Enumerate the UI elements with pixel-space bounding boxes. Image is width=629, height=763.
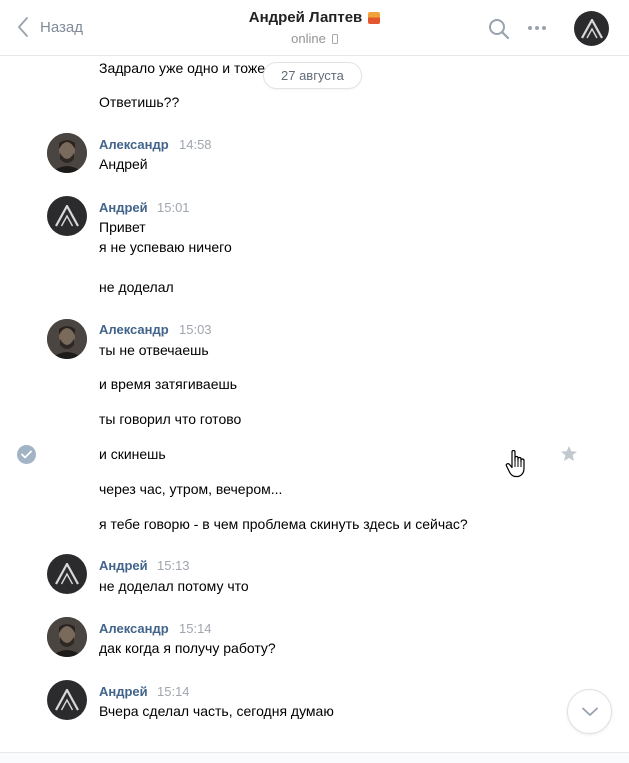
person-photo-icon [47, 133, 87, 173]
message-text: не доделал [99, 279, 174, 295]
checkmark-icon [21, 450, 32, 459]
message-time[interactable]: 15:03 [179, 322, 212, 337]
message-text: не доделал потому что [99, 578, 249, 594]
message-author[interactable]: Александр [99, 621, 169, 636]
message-text: ты не отвечаешь [99, 342, 209, 358]
more-dot-icon [535, 26, 539, 30]
a-logo-icon [55, 563, 79, 585]
more-dot-icon [542, 26, 546, 30]
scroll-to-bottom-button[interactable] [567, 689, 612, 734]
chat-header: Назад Андрей Лаптев online [0, 0, 629, 56]
message-author[interactable]: Александр [99, 322, 169, 337]
mark-important-button[interactable] [560, 445, 578, 467]
avatar-andrey[interactable] [47, 196, 87, 236]
hand-pointer-cursor-icon [505, 449, 527, 483]
message-text: через час, утром, вечером... [99, 481, 283, 497]
avatar-andrey[interactable] [47, 680, 87, 720]
message-time[interactable]: 15:01 [157, 200, 190, 215]
message-text: дак когда я получу работу? [99, 640, 276, 656]
composer-area[interactable] [0, 752, 629, 763]
online-status: online [291, 31, 338, 46]
message-time[interactable]: 15:14 [157, 684, 190, 699]
message-author[interactable]: Андрей [99, 200, 148, 215]
more-options-button[interactable] [528, 18, 546, 30]
person-photo-icon [47, 617, 87, 657]
message-time[interactable]: 15:14 [179, 621, 212, 636]
contact-name: Андрей Лаптев [248, 9, 363, 26]
date-divider: 27 августа [263, 62, 362, 89]
person-photo-icon [47, 319, 87, 359]
message-text: и время затягиваешь [99, 376, 238, 392]
a-logo-icon [580, 18, 603, 39]
message-text: Вчера сделал часть, сегодня думаю [99, 703, 334, 719]
star-icon [561, 446, 577, 461]
message-author[interactable]: Александр [99, 137, 169, 152]
message-text: Привет [99, 219, 146, 235]
search-icon [489, 19, 510, 40]
message-text: Задрало уже одно и тоже [99, 60, 265, 76]
online-status-text: online [291, 31, 326, 46]
mobile-phone-icon [331, 33, 338, 44]
avatar-andrey[interactable] [47, 554, 87, 594]
search-button[interactable] [488, 18, 510, 45]
chat-title[interactable]: Андрей Лаптев [249, 9, 381, 26]
message-text: я тебе говорю - в чем проблема скинуть з… [99, 516, 468, 532]
sunset-emoji-icon [368, 11, 381, 24]
a-logo-icon [55, 689, 79, 711]
message-text: Андрей [99, 156, 148, 172]
message-text: ты говорил что готово [99, 411, 242, 427]
a-logo-icon [55, 205, 79, 227]
message-text: я не успеваю ничего [99, 239, 232, 255]
avatar-aleksandr[interactable] [47, 617, 87, 657]
message-text: и скинешь [99, 446, 166, 462]
message-text: Ответишь?? [99, 94, 180, 110]
message-time[interactable]: 14:58 [179, 137, 212, 152]
message-history[interactable]: Задрало уже одно и тоже Ответишь?? Алекс… [0, 56, 629, 752]
message-author[interactable]: Андрей [99, 684, 148, 699]
avatar-aleksandr[interactable] [47, 319, 87, 359]
message-author[interactable]: Андрей [99, 558, 148, 573]
message-select-checkbox[interactable] [17, 445, 36, 464]
chevron-down-icon [581, 707, 598, 716]
avatar-aleksandr[interactable] [47, 133, 87, 173]
more-dot-icon [528, 26, 532, 30]
message-time[interactable]: 15:13 [157, 558, 190, 573]
contact-avatar[interactable] [574, 11, 609, 46]
